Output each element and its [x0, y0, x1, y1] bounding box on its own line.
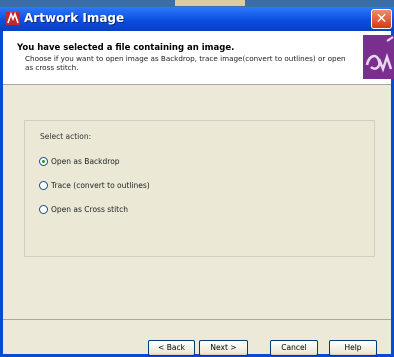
header-description: Choose if you want to open image as Back… [25, 54, 346, 72]
help-button[interactable]: Help [329, 340, 377, 356]
select-action-label: Select action: [40, 132, 92, 141]
cancel-button[interactable]: Cancel [270, 340, 318, 356]
option-open-as-cross-stitch[interactable]: Open as Cross stitch [39, 203, 128, 215]
option-label: Trace (convert to outlines) [51, 180, 150, 190]
titlebar[interactable]: Artwork Image ✕ [0, 7, 394, 31]
radio-open-as-cross-stitch[interactable] [39, 204, 48, 214]
dialog-header: You have selected a file containing an i… [3, 31, 394, 85]
background-window-strip [175, 0, 245, 6]
artwork-image-dialog: Artwork Image ✕ You have selected a file… [0, 7, 394, 357]
option-trace[interactable]: Trace (convert to outlines) [39, 179, 150, 191]
radio-trace[interactable] [39, 180, 48, 190]
header-title: You have selected a file containing an i… [17, 43, 235, 53]
dialog-client-area: You have selected a file containing an i… [3, 31, 394, 356]
footer-separator [3, 319, 391, 320]
window-title: Artwork Image [24, 11, 125, 25]
wizard-logo-icon [363, 35, 394, 79]
option-open-as-backdrop[interactable]: Open as Backdrop [39, 155, 120, 167]
radio-open-as-backdrop[interactable] [39, 156, 48, 166]
option-label: Open as Backdrop [51, 156, 120, 166]
app-icon [6, 12, 20, 25]
close-button[interactable]: ✕ [371, 9, 392, 29]
back-button[interactable]: < Back [148, 340, 195, 356]
next-button[interactable]: Next > [199, 340, 248, 356]
option-label: Open as Cross stitch [51, 204, 128, 214]
